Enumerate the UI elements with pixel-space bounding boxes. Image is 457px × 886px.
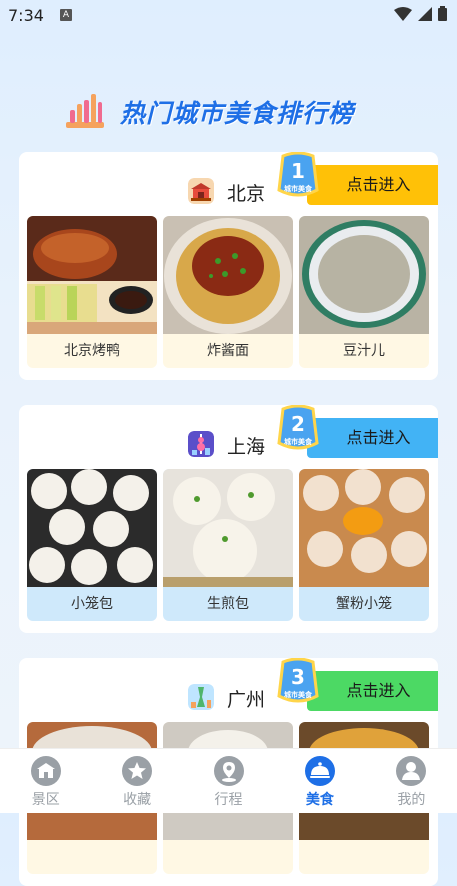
tab-food[interactable]: 美食	[274, 749, 365, 813]
city-name: 北京	[227, 183, 266, 205]
badge-caption: 城市美食	[284, 437, 313, 446]
enter-button[interactable]: 点击进入	[307, 165, 438, 205]
zhajiang-noodles-image	[163, 216, 293, 334]
itinerary-icon	[213, 756, 244, 786]
food-name	[299, 840, 429, 874]
tab-scenic[interactable]: 景区	[0, 749, 91, 813]
food-list: 北京烤鸭 炸酱面 豆汁儿	[27, 216, 430, 371]
food-name: 炸酱面	[207, 343, 249, 359]
rank-number: 2	[291, 412, 305, 436]
bottom-tab-bar: 景区 收藏 行程 美食 我的	[0, 748, 457, 813]
rank-number: 1	[291, 159, 305, 183]
profile-icon	[396, 756, 427, 786]
food-item[interactable]: 豆汁儿	[299, 216, 429, 368]
city-card-shanghai[interactable]: 上海 点击进入 2 城市美食 小笼包 生煎包 蟹粉小笼	[19, 405, 438, 633]
xiaolongbao-image	[27, 469, 157, 587]
tab-label: 我的	[397, 792, 426, 808]
card-header: 广州 点击进入 3 城市美食	[19, 658, 438, 720]
tab-favorites[interactable]: 收藏	[91, 749, 182, 813]
food-item[interactable]: 北京烤鸭	[27, 216, 157, 368]
food-item[interactable]: 炸酱面	[163, 216, 293, 368]
enter-button[interactable]: 点击进入	[307, 671, 438, 711]
rank-number: 3	[291, 665, 305, 689]
tab-itinerary[interactable]: 行程	[183, 749, 274, 813]
tab-label: 景区	[31, 792, 60, 808]
food-name: 北京烤鸭	[64, 343, 120, 359]
scenic-icon	[30, 756, 61, 786]
rank-2-badge-icon: 2 城市美食	[277, 405, 319, 450]
status-icons	[394, 6, 447, 21]
page-header: 热门城市美食排行榜	[0, 86, 457, 136]
city-name: 广州	[227, 689, 266, 711]
wifi-icon	[394, 6, 412, 21]
food-name: 小笼包	[71, 596, 113, 612]
oriental-pearl-tower-icon	[188, 431, 214, 457]
food-item[interactable]: 蟹粉小笼	[299, 469, 429, 621]
bar-chart-icon	[66, 94, 104, 128]
food-list: 小笼包 生煎包 蟹粉小笼	[27, 469, 430, 624]
city-card-beijing[interactable]: 北京 点击进入 1 城市美食 北京烤鸭 炸酱面 豆汁儿	[19, 152, 438, 380]
favorite-icon	[122, 756, 153, 786]
page-title: 热门城市美食排行榜	[120, 99, 355, 128]
status-time: 7:34	[8, 6, 44, 25]
badge-caption: 城市美食	[284, 690, 313, 699]
rank-3-badge-icon: 3 城市美食	[277, 658, 319, 703]
food-item[interactable]: 生煎包	[163, 469, 293, 621]
crab-xiaolongbao-image	[299, 469, 429, 587]
card-header: 北京 点击进入 1 城市美食	[19, 152, 438, 214]
signal-icon	[418, 6, 432, 21]
city-name: 上海	[227, 436, 266, 458]
food-cloche-icon	[304, 756, 335, 786]
battery-icon	[438, 6, 447, 21]
badge-caption: 城市美食	[284, 184, 313, 193]
shengjian-image	[163, 469, 293, 587]
peking-duck-image	[27, 216, 157, 334]
canton-tower-icon	[188, 684, 214, 710]
food-name: 豆汁儿	[343, 343, 385, 359]
card-header: 上海 点击进入 2 城市美食	[19, 405, 438, 467]
forbidden-city-icon	[188, 178, 214, 204]
food-name	[163, 840, 293, 874]
food-item[interactable]: 小笼包	[27, 469, 157, 621]
food-name: 蟹粉小笼	[336, 596, 392, 612]
rank-1-badge-icon: 1 城市美食	[277, 152, 319, 197]
douzhi-image	[299, 216, 429, 334]
notification-icon: A	[60, 9, 72, 21]
tab-label: 美食	[305, 792, 334, 808]
tab-profile[interactable]: 我的	[366, 749, 457, 813]
status-bar: 7:34 A	[0, 0, 457, 32]
food-name: 生煎包	[207, 596, 249, 612]
tab-label: 行程	[214, 792, 243, 808]
food-name	[27, 840, 157, 874]
enter-button[interactable]: 点击进入	[307, 418, 438, 458]
tab-label: 收藏	[123, 792, 152, 808]
